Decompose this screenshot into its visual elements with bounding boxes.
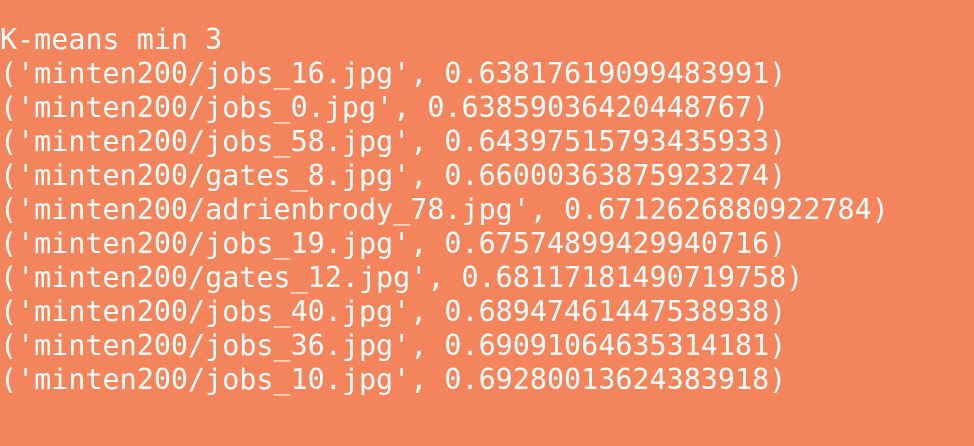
output-line: ('minten200/jobs_0.jpg', 0.6385903642044…	[0, 91, 770, 124]
output-line: ('minten200/jobs_16.jpg', 0.638176190994…	[0, 57, 787, 90]
output-line: ('minten200/gates_12.jpg', 0.68117181490…	[0, 261, 804, 294]
output-line: ('minten200/jobs_10.jpg', 0.692800136243…	[0, 363, 787, 396]
terminal-output: K-means min 3 ('minten200/jobs_16.jpg', …	[0, 0, 974, 446]
output-line: ('minten200/jobs_40.jpg', 0.689474614475…	[0, 295, 787, 328]
output-line: ('minten200/jobs_19.jpg', 0.675748994299…	[0, 227, 787, 260]
output-header: K-means min 3	[0, 23, 223, 56]
output-line: ('minten200/gates_8.jpg', 0.660003638759…	[0, 159, 787, 192]
output-line: ('minten200/jobs_36.jpg', 0.690910646353…	[0, 329, 787, 362]
output-line: ('minten200/adrienbrody_78.jpg', 0.67126…	[0, 193, 889, 226]
output-line: ('minten200/jobs_58.jpg', 0.643975157934…	[0, 125, 787, 158]
